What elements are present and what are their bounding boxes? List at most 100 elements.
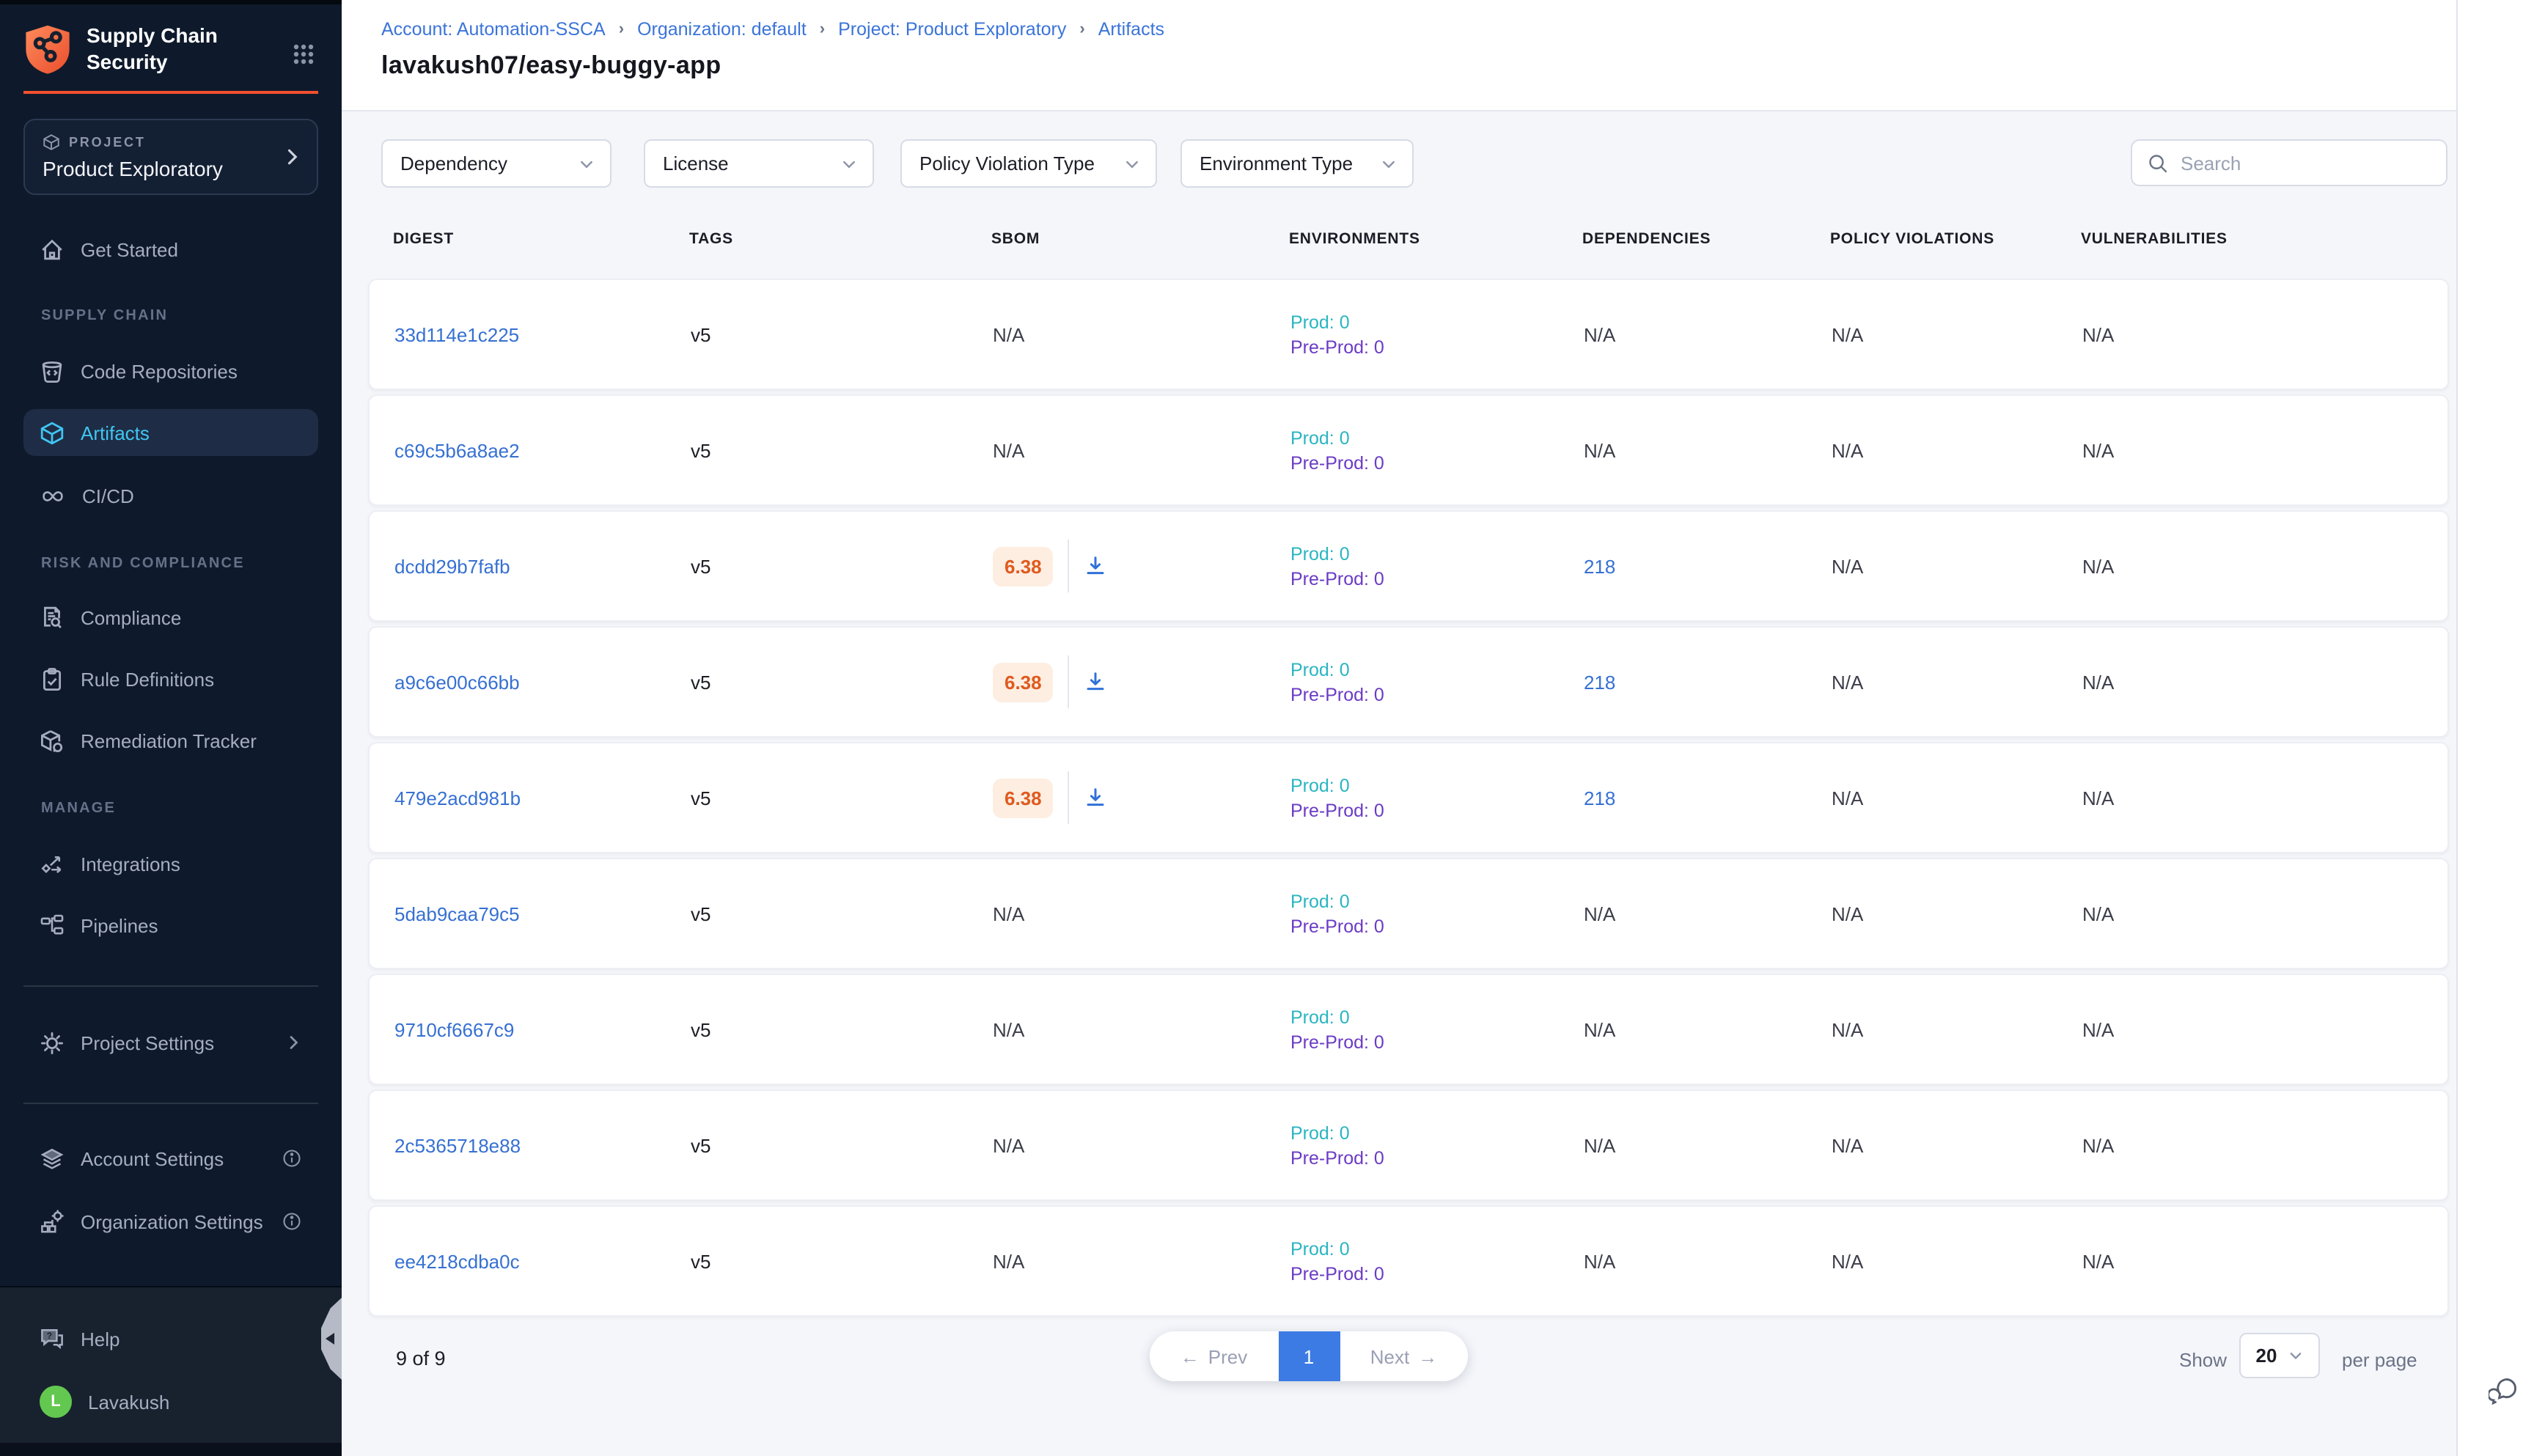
tag-value: v5 — [691, 671, 993, 693]
digest-link[interactable]: 2c5365718e88 — [394, 1134, 521, 1156]
sidebar-item-code-repositories[interactable]: Code Repositories — [23, 348, 318, 394]
layers-icon — [40, 1146, 65, 1171]
table-row[interactable]: dcdd29b7fafb v5 6.38 Prod: 0 Pre-Prod: 0… — [368, 510, 2449, 622]
sidebar-item-get-started[interactable]: Get Started — [23, 226, 318, 273]
table-row[interactable]: a9c6e00c66bb v5 6.38 Prod: 0 Pre-Prod: 0… — [368, 626, 2449, 738]
env-preprod: Pre-Prod: 0 — [1290, 684, 1584, 705]
results-summary: 9 of 9 — [396, 1347, 446, 1369]
page-title: lavakush07/easy-buggy-app — [381, 51, 2456, 81]
environments-cell: Prod: 0 Pre-Prod: 0 — [1290, 659, 1584, 705]
env-preprod: Pre-Prod: 0 — [1290, 1147, 1584, 1168]
digest-link[interactable]: 5dab9caa79c5 — [394, 902, 520, 924]
search-input[interactable] — [2181, 152, 2439, 174]
digest-link[interactable]: 33d114e1c225 — [394, 323, 519, 345]
environments-cell: Prod: 0 Pre-Prod: 0 — [1290, 1007, 1584, 1052]
environments-cell: Prod: 0 Pre-Prod: 0 — [1290, 1238, 1584, 1284]
sidebar-item-project-settings[interactable]: Project Settings — [23, 1019, 318, 1066]
avatar: L — [40, 1386, 72, 1418]
digest-link[interactable]: 479e2acd981b — [394, 787, 521, 809]
digest-link[interactable]: c69c5b6a8ae2 — [394, 439, 520, 461]
search-box — [2131, 139, 2447, 186]
sidebar-item-rule-definitions[interactable]: Rule Definitions — [23, 655, 318, 702]
pipelines-icon — [40, 913, 65, 938]
col-environments: ENVIRONMENTS — [1289, 230, 1582, 248]
tag-value: v5 — [691, 1250, 993, 1272]
breadcrumb-organization[interactable]: Organization: default — [637, 19, 807, 40]
chevron-right-icon — [284, 1034, 302, 1051]
info-icon[interactable] — [282, 1148, 302, 1169]
breadcrumb-artifacts[interactable]: Artifacts — [1098, 19, 1164, 40]
digest-link[interactable]: ee4218cdba0c — [394, 1250, 520, 1272]
vulnerabilities-value: N/A — [2082, 902, 2447, 924]
table-row[interactable]: ee4218cdba0c v5 N/A Prod: 0 Pre-Prod: 0 … — [368, 1205, 2449, 1317]
project-name: Product Exploratory — [43, 157, 299, 180]
sidebar-item-account-settings[interactable]: Account Settings — [23, 1135, 318, 1182]
page-1-button[interactable]: 1 — [1278, 1331, 1340, 1381]
sidebar-item-help[interactable]: ? Help — [23, 1315, 318, 1362]
env-preprod: Pre-Prod: 0 — [1290, 1032, 1584, 1052]
collapse-arrow-icon — [325, 1333, 334, 1345]
dependencies-link[interactable]: 218 — [1584, 555, 1615, 577]
sidebar-item-integrations[interactable]: Integrations — [23, 840, 318, 887]
info-icon[interactable] — [282, 1211, 302, 1232]
app-grid-icon[interactable] — [292, 43, 315, 66]
user-name: Lavakush — [88, 1391, 169, 1413]
filter-environment-type[interactable]: Environment Type — [1180, 139, 1414, 188]
table-row[interactable]: 9710cf6667c9 v5 N/A Prod: 0 Pre-Prod: 0 … — [368, 974, 2449, 1085]
breadcrumb: Account: Automation-SSCA › Organization:… — [381, 19, 2456, 40]
sidebar-user[interactable]: L Lavakush — [23, 1378, 318, 1425]
download-sbom-icon[interactable] — [1084, 786, 1108, 809]
policy-violations-value: N/A — [1832, 1018, 2082, 1040]
filter-dependency[interactable]: Dependency — [381, 139, 612, 188]
integrations-icon — [40, 851, 65, 876]
breadcrumb-account[interactable]: Account: Automation-SSCA — [381, 19, 606, 40]
vulnerabilities-value: N/A — [2082, 323, 2447, 345]
digest-link[interactable]: a9c6e00c66bb — [394, 671, 520, 693]
sbom-value: N/A — [993, 1134, 1290, 1156]
table-row[interactable]: 33d114e1c225 v5 N/A Prod: 0 Pre-Prod: 0 … — [368, 279, 2449, 390]
breadcrumb-project[interactable]: Project: Product Exploratory — [838, 19, 1066, 40]
tag-value: v5 — [691, 787, 993, 809]
digest-link[interactable]: dcdd29b7fafb — [394, 555, 510, 577]
next-page-button[interactable]: Next → — [1340, 1331, 1468, 1381]
digest-link[interactable]: 9710cf6667c9 — [394, 1018, 514, 1040]
sbom-score-badge: 6.38 — [993, 546, 1054, 586]
gear-icon — [40, 1030, 65, 1055]
policy-violations-value: N/A — [1832, 787, 2082, 809]
env-prod: Prod: 0 — [1290, 1238, 1584, 1259]
artifact-table: 33d114e1c225 v5 N/A Prod: 0 Pre-Prod: 0 … — [368, 279, 2449, 1321]
sbom-value: N/A — [993, 439, 1290, 461]
prev-page-button[interactable]: ← Prev — [1150, 1331, 1278, 1381]
page-size-select[interactable]: 20 — [2239, 1333, 2320, 1378]
env-preprod: Pre-Prod: 0 — [1290, 337, 1584, 357]
arrow-right-icon: → — [1418, 1345, 1437, 1367]
project-selector[interactable]: PROJECT Product Exploratory — [23, 119, 318, 195]
sidebar-item-artifacts[interactable]: Artifacts — [23, 409, 318, 456]
chevron-down-icon — [578, 155, 595, 172]
cube-icon — [40, 420, 65, 445]
table-row[interactable]: 2c5365718e88 v5 N/A Prod: 0 Pre-Prod: 0 … — [368, 1089, 2449, 1201]
filter-license[interactable]: License — [644, 139, 874, 188]
shield-logo-icon — [23, 23, 72, 74]
table-header: DIGEST TAGS SBOM ENVIRONMENTS DEPENDENCI… — [368, 230, 2449, 248]
sidebar-end-strip — [0, 1443, 342, 1456]
download-sbom-icon[interactable] — [1084, 670, 1108, 694]
dependencies-link[interactable]: 218 — [1584, 671, 1615, 693]
table-row[interactable]: c69c5b6a8ae2 v5 N/A Prod: 0 Pre-Prod: 0 … — [368, 394, 2449, 506]
page-header: Account: Automation-SSCA › Organization:… — [342, 0, 2456, 111]
env-prod: Prod: 0 — [1290, 312, 1584, 332]
svg-text:?: ? — [47, 1330, 52, 1340]
dependencies-link[interactable]: 218 — [1584, 787, 1615, 809]
pagination: ← Prev 1 Next → — [1150, 1331, 1468, 1381]
tag-value: v5 — [691, 1134, 993, 1156]
feedback-chat-icon[interactable] — [2489, 1375, 2521, 1408]
table-row[interactable]: 5dab9caa79c5 v5 N/A Prod: 0 Pre-Prod: 0 … — [368, 858, 2449, 969]
download-sbom-icon[interactable] — [1084, 554, 1108, 578]
sidebar-item-remediation-tracker[interactable]: Remediation Tracker — [23, 717, 318, 764]
sidebar-item-pipelines[interactable]: Pipelines — [23, 902, 318, 949]
table-row[interactable]: 479e2acd981b v5 6.38 Prod: 0 Pre-Prod: 0… — [368, 742, 2449, 853]
sidebar-item-organization-settings[interactable]: Organization Settings — [23, 1198, 318, 1245]
sidebar-item-compliance[interactable]: Compliance — [23, 594, 318, 641]
filter-policy-violation-type[interactable]: Policy Violation Type — [900, 139, 1157, 188]
sidebar-item-cicd[interactable]: CI/CD — [23, 472, 318, 519]
